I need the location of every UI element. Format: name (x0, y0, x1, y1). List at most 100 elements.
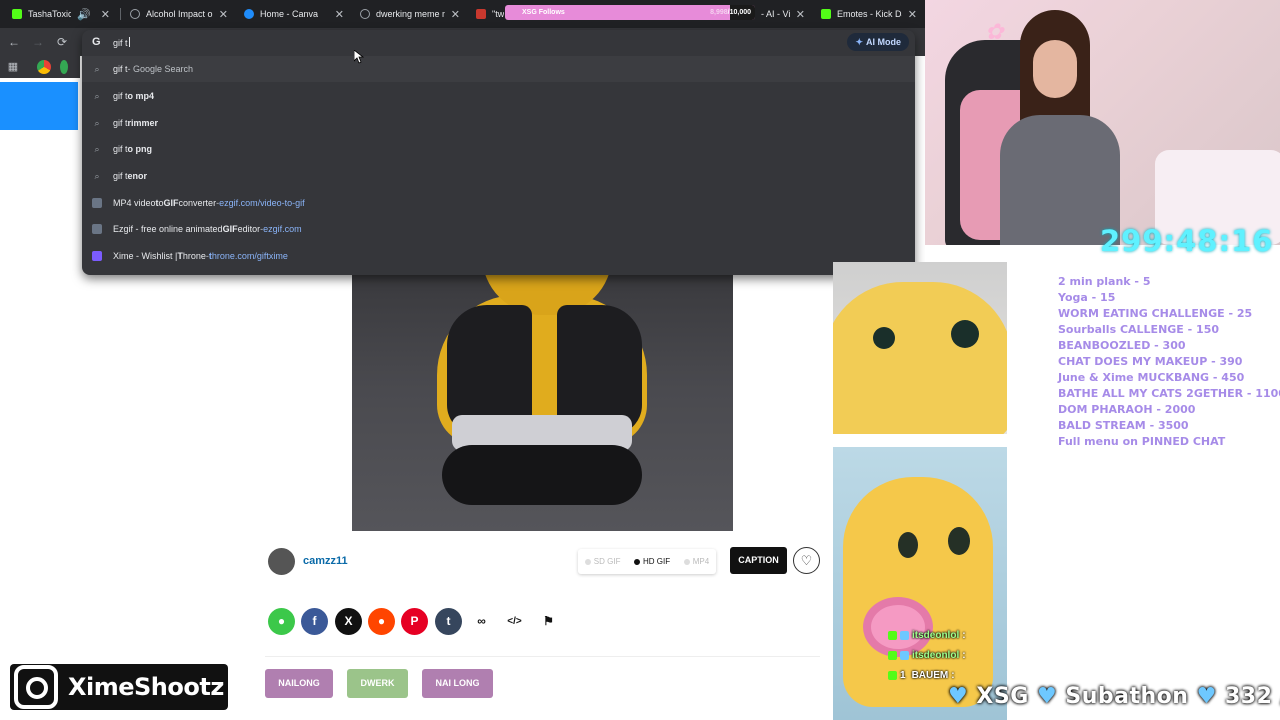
menu-item: Full menu on PINNED CHAT (1058, 435, 1226, 448)
globe-icon (360, 9, 370, 19)
close-icon[interactable]: ✕ (796, 8, 805, 21)
tab-dwerking[interactable]: dwerking meme m ✕ (354, 2, 466, 26)
chrome-icon[interactable] (37, 60, 51, 74)
suggestion-completion: o png (127, 144, 153, 154)
suggestion-prefix: gif t (113, 144, 128, 154)
search-icon: ⌕ (94, 143, 100, 154)
chat-username: itsdeonlol (912, 629, 960, 641)
quality-sd[interactable]: SD GIF (584, 557, 621, 566)
message-share-icon[interactable]: ● (268, 608, 295, 635)
chat-message: itsdeonlol : (888, 645, 1008, 665)
openai-icon (130, 9, 140, 19)
heart-icon: ♥ (1196, 684, 1217, 709)
tab-title: TashaToxic Stre (28, 9, 72, 19)
tag-dwerk[interactable]: DWERK (347, 669, 408, 698)
sparkle-icon: ✦ (855, 37, 863, 47)
tab-alcohol[interactable]: Alcohol Impact on ✕ (124, 2, 234, 26)
tab-title: Alcohol Impact on (146, 9, 213, 19)
suggestion-ezgif-editor[interactable]: Ezgif - free online animated GIF editor … (82, 216, 915, 242)
chat-badge-number: 1 (900, 669, 906, 681)
ai-mode-button[interactable]: ✦ AI Mode (847, 33, 909, 51)
chat-text: : (951, 669, 955, 681)
suggestion-ezgif-video-to-gif[interactable]: MP4 video to GIF converter - ezgif.com/v… (82, 190, 915, 216)
suggestion-google-search[interactable]: ⌕ gif t - Google Search (82, 56, 915, 82)
stream-chat: itsdeonlol : itsdeonlol : 1 BAUEM : (888, 625, 1008, 685)
gif-eye (873, 327, 895, 349)
link-icon[interactable]: ∞ (468, 608, 495, 635)
main-gif[interactable] (352, 275, 733, 531)
suggestion-title: converter (178, 198, 217, 208)
subathon-banner: ♥ XSG ♥ Subathon ♥ 332 / (948, 684, 1280, 709)
back-icon[interactable]: ← (6, 34, 22, 50)
suggestion-gif-trimmer[interactable]: ⌕ gif t rimmer (82, 110, 915, 136)
chat-message: itsdeonlol : (888, 625, 1008, 645)
facebook-icon[interactable]: f (301, 608, 328, 635)
search-icon: ⌕ (94, 117, 100, 128)
ezgif-icon (92, 224, 102, 234)
quality-mp4[interactable]: MP4 (683, 557, 709, 566)
close-icon[interactable]: ✕ (451, 8, 460, 21)
apps-grid-icon[interactable]: ▦ (6, 60, 20, 74)
x-icon[interactable]: X (335, 608, 362, 635)
menu-item: BATHE ALL MY CATS 2GETHER - 1100 (1058, 387, 1280, 400)
tab-emotes[interactable]: Emotes - Kick Dash ✕ (815, 2, 923, 26)
menu-item: June & Xime MUCKBANG - 450 (1058, 371, 1245, 384)
site-header-block (0, 82, 78, 130)
reload-icon[interactable]: ⟳ (54, 34, 70, 50)
maps-icon[interactable] (60, 60, 68, 74)
close-icon[interactable]: ✕ (908, 8, 917, 21)
heart-icon: ♥ (948, 684, 969, 709)
kick-icon (821, 9, 831, 19)
heart-icon[interactable]: ♡ (793, 547, 820, 574)
flag-icon[interactable]: ⚑ (535, 608, 562, 635)
address-input[interactable]: gif t (113, 37, 130, 48)
quality-label: SD GIF (593, 557, 621, 566)
tumblr-icon[interactable]: t (435, 608, 462, 635)
tab-tumblr[interactable]: "twe (470, 2, 510, 26)
related-gif-1[interactable] (833, 262, 1007, 434)
kick-icon (12, 9, 22, 19)
tab-title: Emotes - Kick Dash (837, 9, 902, 19)
reddit-icon[interactable]: ● (368, 608, 395, 635)
tab-ai[interactable]: - AI - Vi ✕ (755, 2, 811, 26)
kick-badge-icon (888, 670, 897, 680)
instagram-icon (14, 665, 58, 709)
omnibox-dropdown: G gif t ✦ AI Mode ⌕ gif t - Google Search… (82, 30, 915, 275)
search-icon: ⌕ (94, 90, 100, 101)
tab-tashatoxic[interactable]: TashaToxic Stre 🔊 ✕ (6, 2, 116, 26)
close-icon[interactable]: ✕ (219, 8, 228, 21)
chat-text: : (962, 649, 966, 661)
tab-separator (120, 8, 121, 20)
suggestion-gif-to-png[interactable]: ⌕ gif to png (82, 136, 915, 162)
embed-icon[interactable]: </> (501, 608, 528, 635)
suggestion-completion: o mp4 (127, 91, 155, 101)
chat-message: 1 BAUEM : (888, 665, 1008, 685)
forward-icon[interactable]: → (30, 34, 46, 50)
pinterest-icon[interactable]: P (401, 608, 428, 635)
caption-button[interactable]: CAPTION (730, 547, 787, 574)
close-icon[interactable]: ✕ (335, 8, 344, 21)
instagram-handle-badge: XimeShootz (10, 664, 228, 710)
mouse-cursor-icon (354, 50, 364, 64)
suggestion-throne-wishlist[interactable]: Xime - Wishlist | Throne - t hrone.com/gi… (82, 243, 915, 269)
suggestion-gif-tenor[interactable]: ⌕ gif t enor (82, 163, 915, 189)
follows-goal-bar: XSG Follows 8,998/10,000 (505, 5, 755, 20)
uploader[interactable]: camzz11 (268, 547, 348, 575)
quality-hd[interactable]: HD GIF (634, 557, 670, 566)
suggestion-url: ezgif.com (263, 224, 302, 234)
tag-nailong[interactable]: NAILONG (265, 669, 333, 698)
ezgif-icon (92, 198, 102, 208)
address-bar[interactable]: G gif t ✦ AI Mode (82, 30, 915, 54)
speaker-icon[interactable]: 🔊 (77, 8, 91, 21)
webcam-streamer-face (1033, 40, 1077, 98)
tab-title: "twe (492, 9, 504, 19)
follows-label: XSG Follows (522, 9, 565, 16)
chat-username: itsdeonlol (912, 649, 960, 661)
tab-canva[interactable]: Home - Canva ✕ (238, 2, 350, 26)
close-icon[interactable]: ✕ (101, 8, 110, 21)
username-link[interactable]: camzz11 (303, 555, 348, 567)
suggestion-gif-to-mp4[interactable]: ⌕ gif to mp4 (82, 83, 915, 109)
tag-nai-long[interactable]: NAI LONG (422, 669, 493, 698)
avatar[interactable] (268, 547, 295, 575)
suggestion-prefix: gif t (113, 91, 128, 101)
